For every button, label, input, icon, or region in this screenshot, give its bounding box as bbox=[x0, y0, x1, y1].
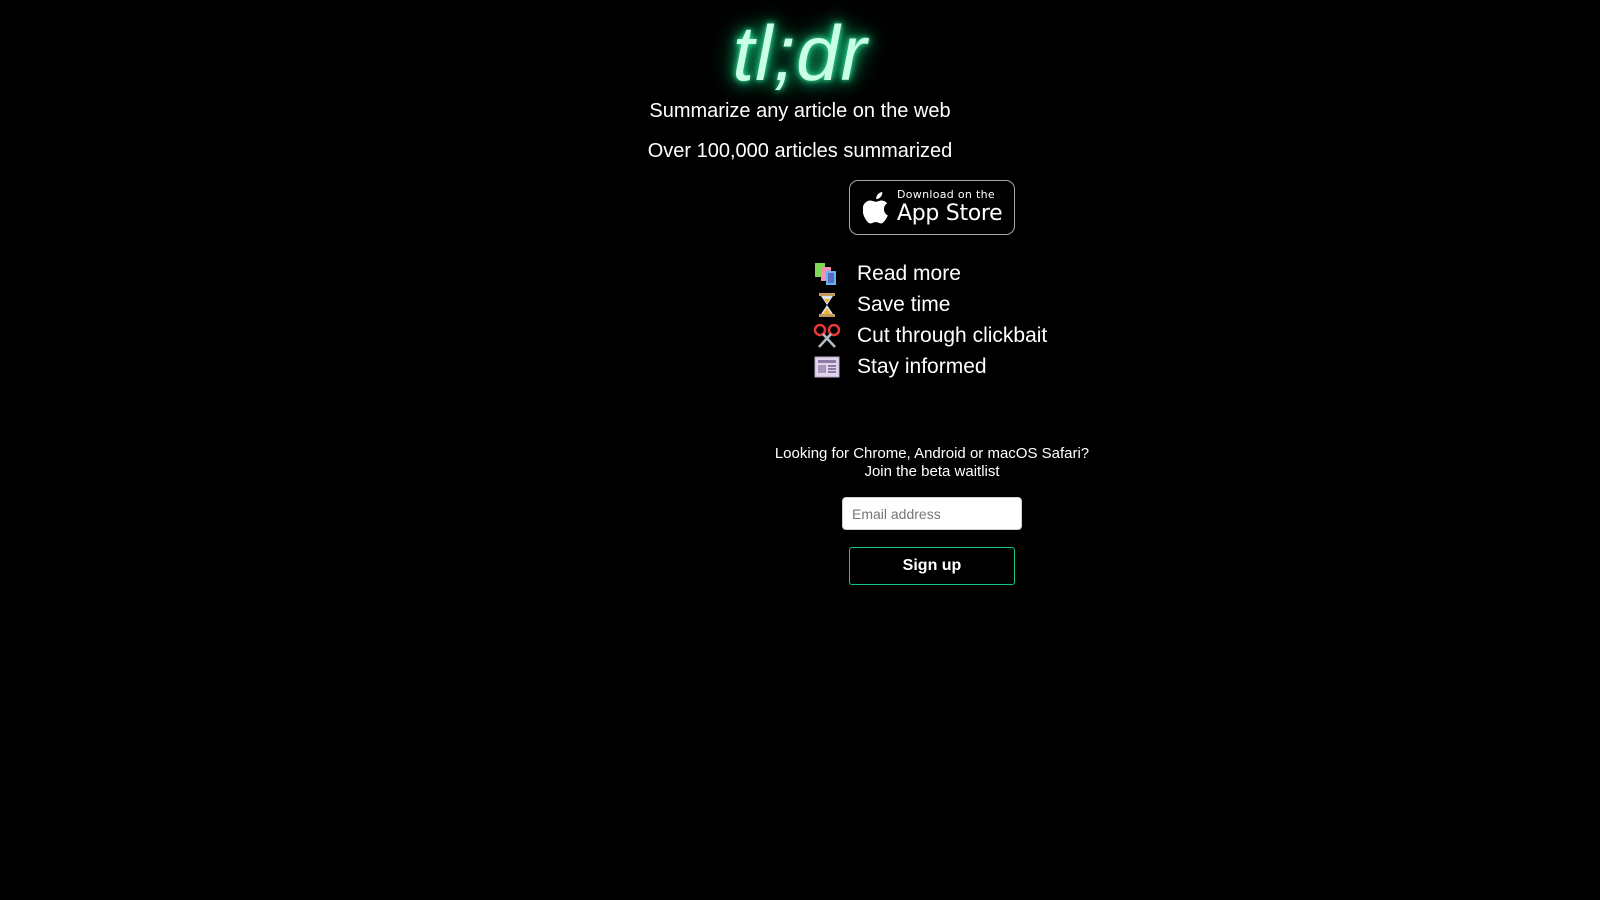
beta-platforms-question: Looking for Chrome, Android or macOS Saf… bbox=[774, 445, 1090, 462]
newspaper-icon bbox=[814, 356, 840, 377]
feature-item: Save time bbox=[813, 289, 1047, 320]
app-store-small-text: Download on the bbox=[897, 188, 995, 201]
feature-item: Cut through clickbait bbox=[813, 320, 1047, 351]
feature-label: Cut through clickbait bbox=[857, 324, 1048, 347]
beta-waitlist-text: Looking for Chrome, Android or macOS Saf… bbox=[700, 445, 1164, 481]
feature-item: Stay informed bbox=[813, 351, 1047, 382]
books-icon bbox=[815, 262, 836, 285]
app-store-big-text: App Store bbox=[897, 201, 1003, 226]
feature-label: Save time bbox=[857, 293, 951, 316]
signup-button[interactable]: Sign up bbox=[849, 547, 1015, 585]
articles-summarized-count: Over 100,000 articles summarized bbox=[647, 140, 953, 162]
app-store-download-button[interactable]: Download on the App Store bbox=[849, 180, 1015, 235]
email-input[interactable] bbox=[842, 497, 1022, 530]
logo: tl;dr bbox=[732, 9, 868, 97]
feature-label: Read more bbox=[857, 262, 961, 285]
feature-item: Read more bbox=[813, 258, 1047, 289]
apple-icon bbox=[863, 191, 888, 223]
beta-join-text: Join the beta waitlist bbox=[864, 463, 1000, 480]
feature-label: Stay informed bbox=[857, 355, 987, 378]
feature-list: Read more Save time Cut through clickbai… bbox=[813, 258, 1047, 382]
hourglass-icon bbox=[819, 292, 835, 317]
scissors-icon bbox=[813, 323, 841, 348]
landing-page: tl;dr Summarize any article on the web O… bbox=[0, 0, 1600, 900]
tagline: Summarize any article on the web bbox=[649, 100, 951, 122]
